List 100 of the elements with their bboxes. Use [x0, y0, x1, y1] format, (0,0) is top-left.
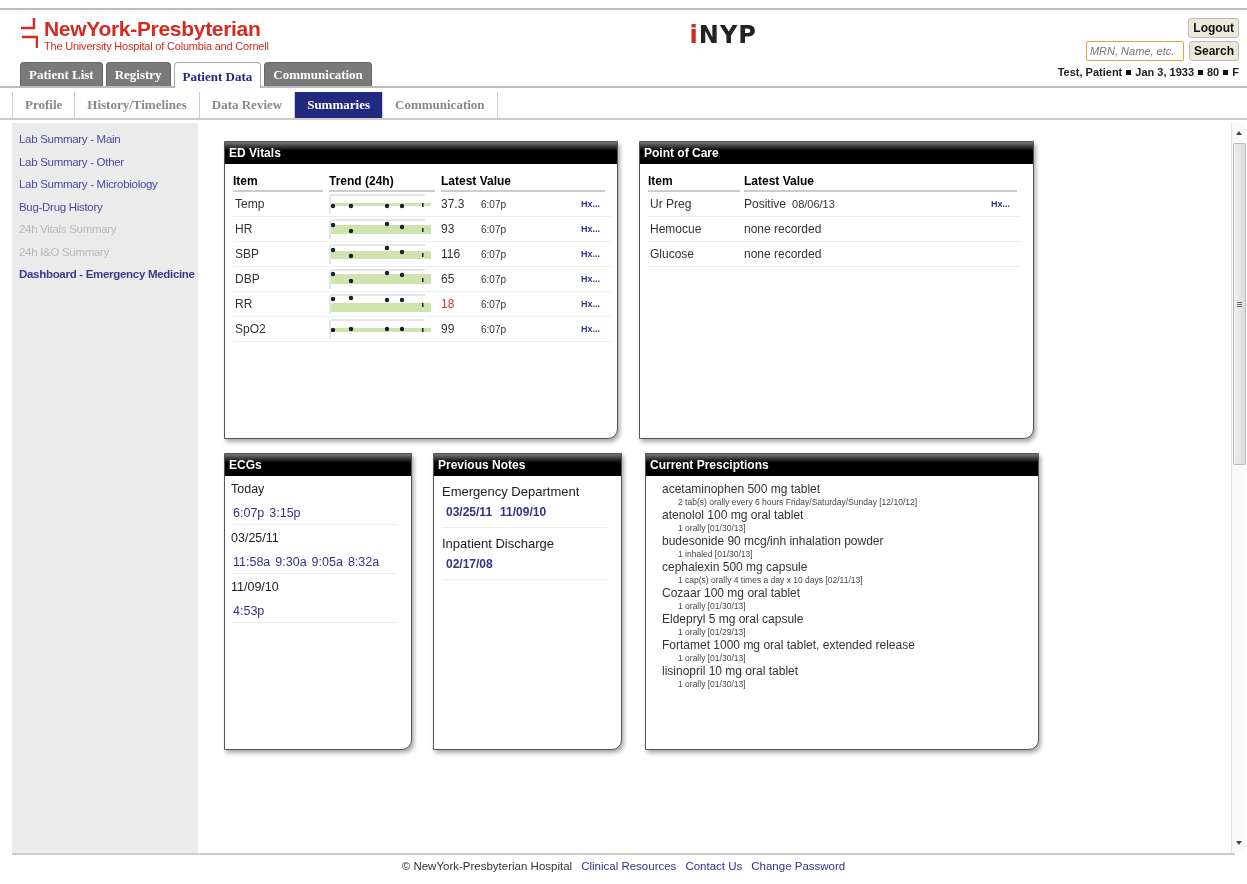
table-cell-text: Glucose — [649, 247, 696, 261]
ecg-link[interactable]: 11:58a — [233, 555, 271, 569]
footer-link[interactable]: Change Password — [751, 859, 846, 873]
patient-info: F — [1232, 66, 1239, 78]
panel-title: Point of Care — [640, 142, 1033, 164]
table-cell-text: RR — [234, 297, 254, 311]
bullet-icon — [1198, 69, 1203, 75]
prescription-directions: 1 inhaled [01/30/13] — [677, 548, 754, 560]
history-link[interactable]: Hx... — [991, 199, 1021, 209]
hospital-name: NewYork-Presbyterian — [44, 18, 262, 40]
sub-tab[interactable]: Communication — [382, 92, 498, 118]
ecg-link[interactable]: 6:07p — [233, 506, 265, 520]
sub-tab[interactable]: Summaries — [294, 92, 382, 118]
ecg-link[interactable]: 9:05a — [311, 555, 343, 569]
panel-title: ED Vitals — [225, 142, 617, 164]
vital-time: 6:07p — [481, 223, 508, 235]
column-header: Trend (24h) — [329, 174, 435, 192]
sidebar-link[interactable]: Lab Summary - Microbiology — [19, 176, 198, 193]
prescription-directions: 1 orally [01/30/13] — [677, 522, 747, 534]
column-header: Item — [648, 174, 740, 192]
prescription-directions: 1 orally [01/30/13] — [677, 600, 747, 612]
prescription-name: Cozaar 100 mg oral tablet — [662, 586, 802, 600]
column-header: Item — [233, 174, 323, 192]
prescription-directions: 1 orally [01/30/13] — [677, 678, 747, 690]
nav-tab[interactable]: Patient Data — [173, 62, 262, 88]
table-cell: none recorded — [744, 222, 822, 236]
bullet-icon — [1126, 69, 1132, 75]
table-cell-text: SBP — [234, 247, 260, 261]
prescription-name: Fortamet 1000 mg oral tablet, extended release — [662, 638, 916, 652]
hospital-subtitle: The University Hospital of Columbia and Cornell — [44, 40, 269, 53]
search-field[interactable]: MRN, Name, etc. — [1085, 41, 1184, 61]
history-link[interactable]: Hx... — [581, 199, 611, 209]
ecg-link[interactable]: 3:15p — [269, 506, 301, 520]
history-link[interactable]: Hx... — [581, 274, 611, 284]
sub-tab[interactable]: History/Timelines — [74, 92, 199, 118]
table-cell-text: DBP — [234, 272, 261, 286]
history-link[interactable]: Hx... — [581, 299, 611, 309]
note-link[interactable]: 11/09/10 — [500, 505, 547, 519]
vital-time: 6:07p — [481, 323, 508, 335]
footer-link[interactable]: Contact Us — [685, 859, 743, 873]
vital-value: 93 — [441, 222, 456, 236]
table-cell: Positive — [744, 197, 787, 211]
prescription-name: Eldepryl 5 mg oral capsule — [662, 612, 805, 626]
ecg-date: 11/09/10 — [231, 579, 280, 596]
sidebar-link[interactable]: Lab Summary - Main — [19, 131, 198, 148]
vital-value: 65 — [441, 272, 456, 286]
logout-button[interactable]: Logout — [1188, 18, 1239, 38]
grip-icon — [1236, 301, 1242, 307]
history-link[interactable]: Hx... — [581, 324, 611, 334]
history-link[interactable]: Hx... — [581, 249, 611, 259]
table-cell-text: HR — [234, 222, 254, 236]
vital-value: 37.3 — [441, 197, 466, 211]
hospital-logo-icon — [20, 18, 38, 48]
sidebar-link[interactable]: Dashboard - Emergency Medicine — [19, 266, 198, 283]
nav-tab[interactable]: Registry — [105, 62, 171, 86]
scroll-up-icon[interactable] — [1235, 129, 1243, 137]
note-link[interactable]: 02/17/08 — [446, 557, 493, 571]
panel-title: ECGs — [225, 454, 411, 476]
patient-info: Test, Patient — [1057, 66, 1123, 78]
sub-tab[interactable]: Profile — [12, 92, 75, 118]
prescription-directions: 2 tab(s) orally every 6 hours Friday/Saturday/Sunday [12/10/12] — [677, 496, 919, 508]
nav-tab[interactable]: Patient List — [20, 62, 103, 86]
prescription-directions: 1 cap(s) orally 4 times a day x 10 days [02/11/13] — [677, 574, 864, 586]
table-cell-text: SpO2 — [234, 322, 267, 336]
table-cell-text: Temp — [234, 197, 266, 211]
table-cell-text: Ur Preg — [649, 197, 693, 211]
app-logo: i NYP — [689, 21, 757, 49]
ecg-link[interactable]: 4:53p — [233, 604, 265, 618]
vital-time: 6:07p — [481, 198, 508, 210]
note-type: Emergency Department — [442, 484, 581, 501]
bullet-icon — [1223, 69, 1229, 75]
patient-info: Jan 3, 1933 — [1135, 66, 1194, 78]
note-type: Inpatient Discharge — [442, 536, 555, 553]
nav-tab[interactable]: Communication — [264, 62, 372, 86]
ecg-link[interactable]: 9:30a — [275, 555, 307, 569]
copyright-text: © NewYork-Presbyterian Hospital — [401, 859, 573, 873]
ecg-date: 03/25/11 — [231, 530, 280, 547]
vital-value: 116 — [441, 247, 462, 261]
scroll-down-icon[interactable] — [1235, 839, 1243, 847]
prescription-directions: 1 orally [01/29/13] — [677, 626, 747, 638]
ecg-date: Today — [231, 481, 266, 498]
sidebar-link[interactable]: Bug-Drug History — [19, 198, 198, 215]
footer-link[interactable]: Clinical Resources — [581, 859, 677, 873]
prescription-name: atenolol 100 mg oral tablet — [662, 508, 805, 522]
note-link[interactable]: 03/25/11 — [446, 505, 493, 519]
prescription-directions: 1 orally [01/30/13] — [677, 652, 747, 664]
table-cell-text: Hemocue — [649, 222, 703, 236]
prescription-name: lisinopril 10 mg oral tablet — [662, 664, 800, 678]
ecg-link[interactable]: 8:32a — [347, 555, 380, 569]
search-button[interactable]: Search — [1188, 41, 1239, 61]
panel-title: Current Presciptions — [646, 454, 1038, 476]
prescription-name: acetaminophen 500 mg tablet — [662, 482, 822, 496]
vital-value: 18 — [441, 297, 456, 311]
table-cell: none recorded — [744, 247, 822, 261]
vital-value: 99 — [441, 322, 456, 336]
scrollbar[interactable] — [1231, 123, 1246, 853]
column-header: Latest Value — [441, 174, 605, 192]
history-link[interactable]: Hx... — [581, 224, 611, 234]
sidebar-link[interactable]: Lab Summary - Other — [19, 153, 198, 170]
patient-info: 80 — [1207, 66, 1220, 78]
